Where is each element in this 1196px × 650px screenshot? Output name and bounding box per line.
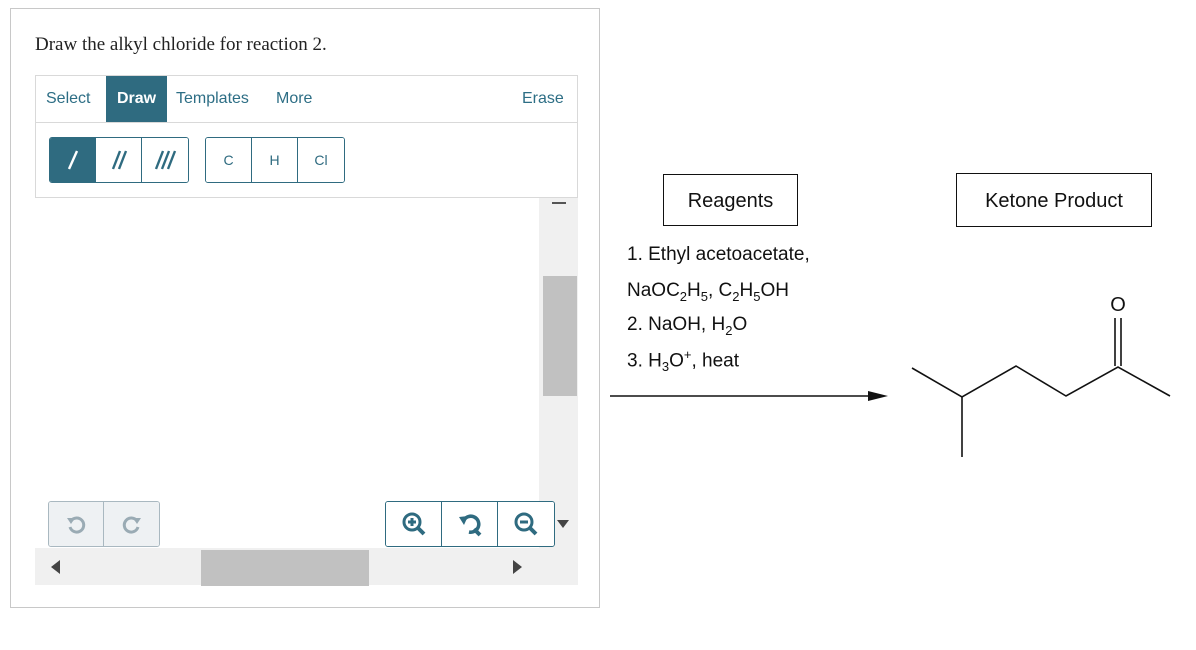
chemical-drawing-editor: Select Draw Templates More Erase C H Cl: [35, 75, 578, 586]
reaction-graphics: O: [610, 294, 1171, 457]
scroll-top-marker: [552, 202, 566, 204]
reagents-title: Reagents: [687, 190, 774, 212]
carbonyl-oxygen-label: O: [1110, 294, 1126, 316]
undo-icon: [67, 516, 86, 534]
zoom-out-icon: [514, 512, 538, 536]
tool-row: C H Cl: [35, 123, 578, 198]
reset-zoom-icon: [458, 514, 481, 537]
reagent-step: 1. Ethyl acetoacetate,: [627, 244, 810, 266]
atom-c-button[interactable]: C: [206, 138, 252, 182]
erase-button[interactable]: Erase: [522, 76, 564, 122]
product-title: Ketone Product: [985, 190, 1123, 212]
horizontal-scroll-thumb[interactable]: [201, 550, 369, 586]
redo-icon: [122, 516, 141, 534]
reagent-text: 1. Ethyl acetoacetate,: [627, 244, 810, 265]
tab-draw[interactable]: Draw: [106, 76, 168, 122]
triple-bond-icon: [154, 150, 177, 170]
reagents-box: Reagents: [663, 174, 798, 226]
double-bond-button[interactable]: [96, 138, 142, 182]
single-bond-icon: [67, 150, 78, 170]
zoom-in-button[interactable]: [386, 502, 442, 546]
triple-bond-button[interactable]: [142, 138, 188, 182]
scroll-right-arrow-icon[interactable]: [513, 560, 522, 574]
undo-button[interactable]: [49, 502, 104, 546]
vertical-scroll-thumb[interactable]: [543, 276, 577, 396]
history-group: [48, 501, 160, 547]
zoom-in-icon: [402, 512, 425, 536]
zoom-group: [385, 501, 555, 547]
horizontal-scrollbar[interactable]: [35, 548, 539, 586]
atom-cl-button[interactable]: Cl: [298, 138, 344, 182]
question-panel: Draw the alkyl chloride for reaction 2. …: [10, 8, 600, 608]
single-bond-button[interactable]: [50, 138, 96, 182]
atom-tool-group: C H Cl: [205, 137, 345, 183]
scroll-left-arrow-icon[interactable]: [51, 560, 60, 574]
bond-tool-group: [49, 137, 189, 183]
product-structure: [911, 318, 1171, 457]
reaction-arrow: [610, 391, 888, 401]
editor-menubar: Select Draw Templates More Erase: [35, 75, 578, 123]
atom-h-button[interactable]: H: [252, 138, 298, 182]
double-bond-icon: [111, 150, 127, 170]
zoom-out-button[interactable]: [498, 502, 554, 546]
reset-zoom-button[interactable]: [442, 502, 498, 546]
product-box: Ketone Product: [956, 173, 1152, 227]
tab-more[interactable]: More: [276, 76, 312, 122]
drawing-canvas[interactable]: [35, 198, 539, 548]
dropdown-arrow-icon[interactable]: [557, 520, 569, 528]
tab-select[interactable]: Select: [46, 76, 90, 122]
redo-button[interactable]: [104, 502, 159, 546]
question-prompt: Draw the alkyl chloride for reaction 2.: [35, 34, 327, 55]
tab-templates[interactable]: Templates: [176, 76, 249, 122]
